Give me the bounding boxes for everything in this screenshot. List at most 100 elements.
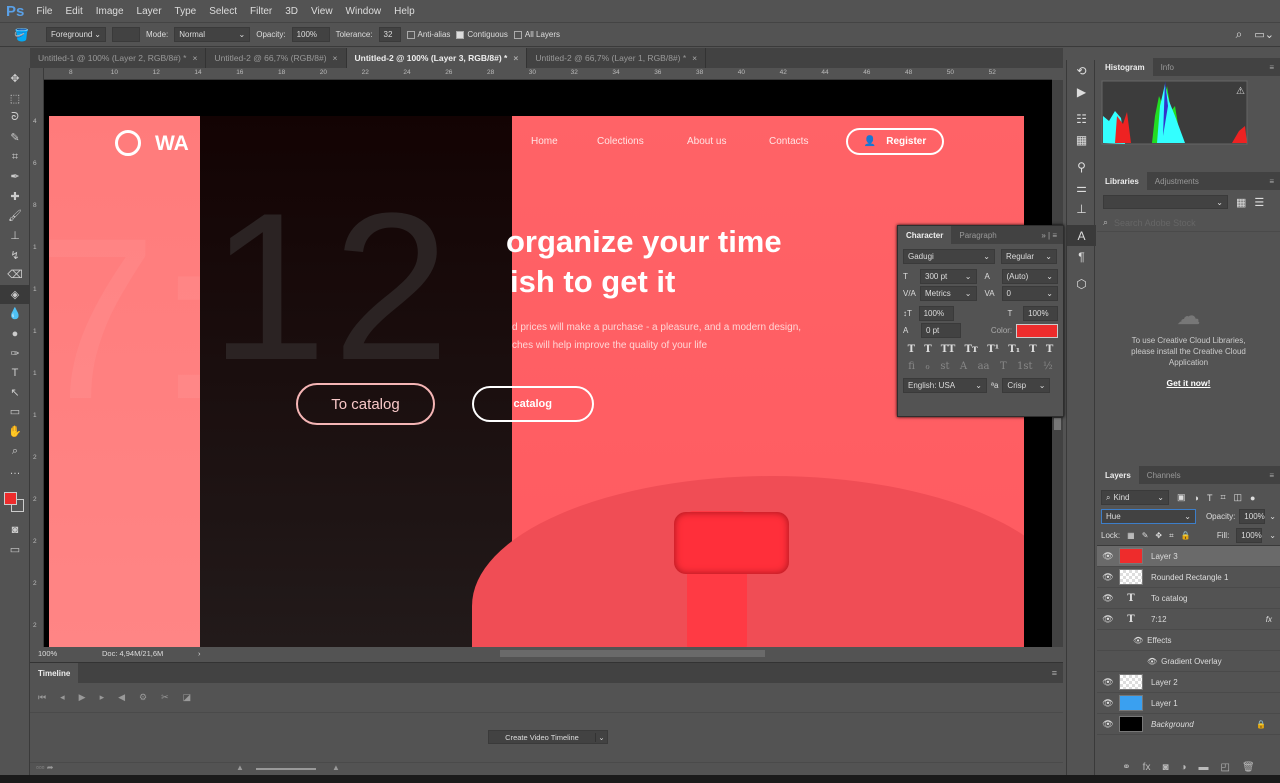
panel-menu-icon[interactable]: ≡ [1269,58,1280,76]
horizontal-scrollbar[interactable] [500,650,765,657]
effect-eye-icon[interactable]: 👁 [1147,657,1157,666]
tab-libraries[interactable]: Libraries [1097,172,1147,190]
text-style-button[interactable]: 1st [1017,361,1033,372]
document-tab[interactable]: Untitled-2 @ 66,7% (Layer 1, RGB/8#) * × [527,48,707,68]
swatches-icon[interactable]: ▦ [1067,129,1096,150]
document-tab[interactable]: Untitled-1 @ 100% (Layer 2, RGB/8#) * × [30,48,207,68]
quick-mask-icon[interactable]: ◙ [0,520,30,540]
filter-type-icon[interactable]: T [1207,493,1213,503]
dodge-tool-icon[interactable]: ● [0,324,30,344]
fx-badge[interactable]: fx [1266,615,1272,624]
first-frame-icon[interactable]: ⏮ [38,692,46,703]
document-tab[interactable]: Untitled-2 @ 100% (Layer 3, RGB/8#) * × [346,48,528,68]
visibility-eye-icon[interactable]: 👁 [1097,677,1119,688]
layer-row[interactable]: 👁 T To catalog [1097,588,1280,609]
quick-select-tool-icon[interactable]: ✎ [0,128,30,148]
layer-filter-select[interactable]: ⌕ Kind ⌄ [1101,490,1169,505]
adjustment-layer-icon[interactable]: ◑ [1181,762,1187,773]
horizontal-scale-input[interactable]: 100% [1023,306,1058,321]
delete-icon[interactable]: 🗑 [1242,762,1255,773]
nav-home[interactable]: Home [531,136,558,147]
clone-source-icon[interactable]: ⊥ [1067,198,1096,219]
type-tool-icon[interactable]: T [0,363,30,383]
text-style-button[interactable]: A [960,361,967,372]
properties-icon[interactable]: ☷ [1067,108,1096,129]
font-style-select[interactable]: Regular ⌄ [1001,249,1057,264]
close-icon[interactable]: × [692,53,697,63]
tab-info[interactable]: Info [1153,58,1182,76]
text-style-button[interactable]: ℴ [925,361,930,372]
all-layers-checkbox[interactable]: All Layers [513,30,560,39]
close-icon[interactable]: × [333,53,338,63]
register-button[interactable]: 👤 Register [846,128,944,155]
anti-alias-checkbox[interactable]: Anti-alias [406,30,450,39]
visibility-eye-icon[interactable]: 👁 [1097,572,1119,583]
layer-opacity-input[interactable]: 100% [1239,509,1266,524]
filter-smart-icon[interactable]: ◫ [1234,492,1243,503]
eyedropper-tool-icon[interactable]: ✒ [0,167,30,187]
foreground-color-swatch[interactable] [4,492,17,506]
scissors-icon[interactable]: ✂ [161,692,169,703]
anti-alias-select[interactable]: Crisp ⌄ [1002,378,1051,393]
layer-effect-row[interactable]: 👁 Effects [1097,630,1280,651]
actions-icon[interactable]: ▶ [1067,81,1096,102]
tab-adjustments[interactable]: Adjustments [1147,172,1207,190]
zoom-tool-icon[interactable]: ⌕ [0,441,30,461]
text-color-swatch[interactable] [1016,323,1058,338]
zoom-in-icon[interactable]: ▲ [332,763,340,772]
text-style-button[interactable]: st [940,361,949,372]
nav-contacts[interactable]: Contacts [769,136,808,147]
status-arrow-icon[interactable]: › [198,649,201,658]
layer-row[interactable]: 👁 Background 🔒 [1097,714,1280,735]
language-select[interactable]: English: USA ⌄ [903,378,987,393]
crop-tool-icon[interactable]: ⌗ [0,147,30,167]
leading-input[interactable]: (Auto) ⌄ [1001,269,1058,284]
menu-3d[interactable]: 3D [285,6,298,17]
catalog-button[interactable]: catalog [472,386,594,422]
hand-tool-icon[interactable]: ✋ [0,422,30,442]
tab-histogram[interactable]: Histogram [1097,58,1153,76]
library-select[interactable]: ⌄ [1103,195,1228,209]
visibility-eye-icon[interactable]: 👁 [1097,698,1119,709]
fill-input[interactable]: 100% [1236,528,1263,543]
filter-toggle-icon[interactable]: ● [1250,493,1255,503]
brush-tool-icon[interactable]: 🖌 [0,206,30,226]
tab-character[interactable]: Character [898,226,952,244]
nav-about[interactable]: About us [687,136,726,147]
history-brush-tool-icon[interactable]: ↯ [0,245,30,265]
menu-edit[interactable]: Edit [65,6,82,17]
blur-tool-icon[interactable]: 💧 [0,304,30,324]
tab-channels[interactable]: Channels [1139,466,1189,484]
move-tool-icon[interactable]: ✥ [0,69,30,89]
prev-frame-icon[interactable]: ◂ [60,692,65,703]
font-family-select[interactable]: Gadugi ⌄ [903,249,995,264]
baseline-shift-input[interactable]: 0 pt [920,323,961,338]
paint-bucket-tool-preset-icon[interactable]: 🪣 [14,28,40,42]
tab-paragraph[interactable]: Paragraph [951,226,1004,244]
zoom-slider[interactable] [256,768,316,770]
tracking-select[interactable]: 0 ⌄ [1001,286,1058,301]
text-style-button[interactable]: TT [941,344,956,355]
settings-icon[interactable]: ⚙ [139,692,147,703]
opacity-input[interactable]: 100% [291,27,330,42]
menu-image[interactable]: Image [96,6,124,17]
lasso-tool-icon[interactable]: ᘐ [0,108,30,128]
close-icon[interactable]: × [513,53,518,63]
stamp-tool-icon[interactable]: ⊥ [0,226,30,246]
frames-icon[interactable]: ▫▫▫ [36,763,45,772]
panel-menu-icon[interactable]: » | ≡ [1041,226,1063,244]
nav-collections[interactable]: Colections [597,136,644,147]
pattern-picker[interactable] [112,27,140,42]
tab-layers[interactable]: Layers [1097,466,1139,484]
text-style-button[interactable]: T [924,344,931,355]
text-style-button[interactable]: T₁ [1008,344,1020,355]
text-style-button[interactable]: aa [978,361,990,372]
menu-window[interactable]: Window [346,6,382,17]
menu-filter[interactable]: Filter [250,6,272,17]
text-style-button[interactable]: fi [908,361,915,372]
get-it-now-link[interactable]: Get it now! [1097,378,1280,388]
mask-icon[interactable]: ◙ [1162,762,1168,773]
brush-icon[interactable]: ⚲ [1067,156,1096,177]
to-catalog-button[interactable]: To catalog [296,383,435,425]
marquee-tool-icon[interactable]: ⬚ [0,89,30,109]
